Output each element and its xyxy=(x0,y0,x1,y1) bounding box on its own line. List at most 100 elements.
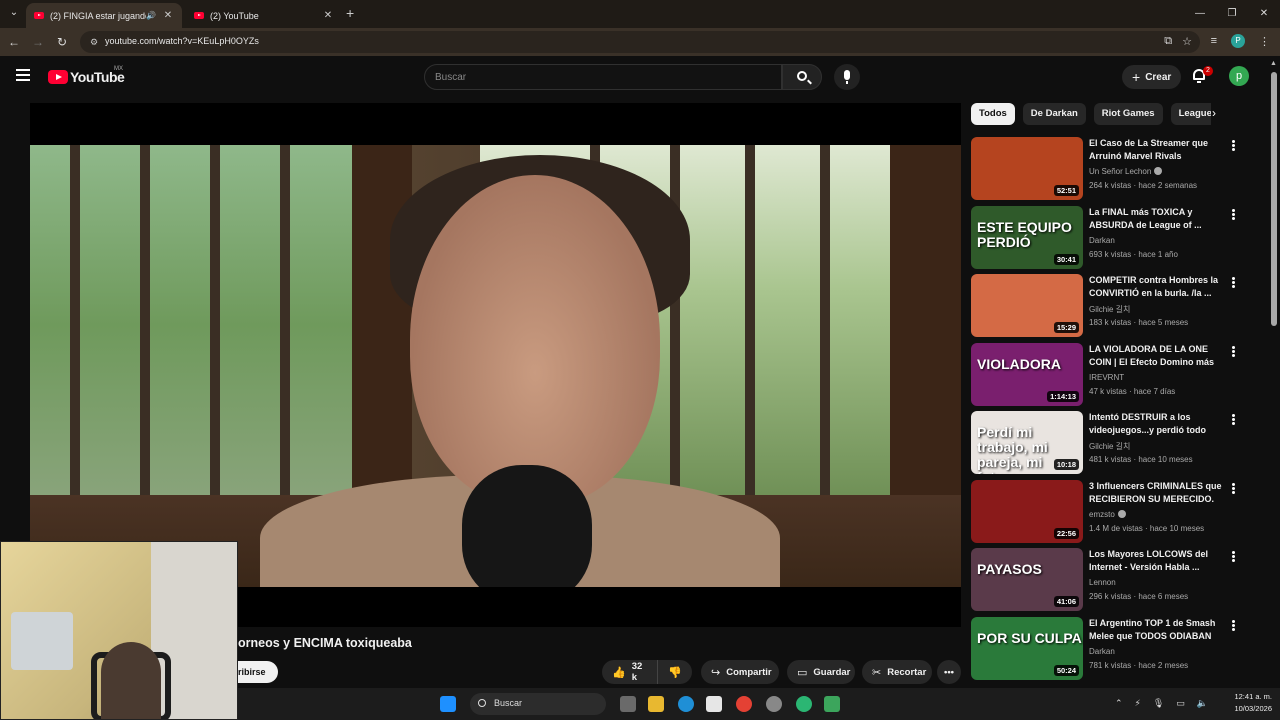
start-menu-icon[interactable] xyxy=(440,696,456,712)
new-tab-button[interactable]: + xyxy=(346,5,354,21)
file-explorer-icon[interactable] xyxy=(648,696,664,712)
recommended-video-title[interactable]: Los Mayores LOLCOWS del Internet - Versi… xyxy=(1089,548,1223,574)
close-tab-icon[interactable]: ✕ xyxy=(322,10,334,21)
save-button[interactable]: ▭ Guardar xyxy=(787,660,855,684)
recommended-video-title[interactable]: 3 Influencers CRIMINALES que RECIBIERON … xyxy=(1089,480,1223,506)
recommended-video-title[interactable]: La FINAL más TOXICA y ABSURDA de League … xyxy=(1089,206,1223,232)
recommended-video[interactable]: Perdí mi trabajo, mi pareja, mi futuro.1… xyxy=(971,411,1241,475)
recommended-video-title[interactable]: COMPETIR contra Hombres la CONVIRTIÓ en … xyxy=(1089,274,1223,300)
site-info-icon[interactable]: ⚙ xyxy=(88,36,100,48)
more-vertical-icon[interactable] xyxy=(1227,345,1239,359)
app-icon[interactable] xyxy=(766,696,782,712)
spreadsheet-icon[interactable] xyxy=(824,696,840,712)
like-button[interactable]: 👍 32 k xyxy=(602,660,659,684)
system-clock[interactable]: 12:41 a. m. 10/03/2026 xyxy=(1234,691,1272,715)
recommended-video-title[interactable]: El Caso de La Streamer que Arruinó Marve… xyxy=(1089,137,1223,163)
close-window-icon[interactable]: ✕ xyxy=(1248,0,1280,28)
close-tab-icon[interactable]: ✕ xyxy=(162,10,174,21)
edge-browser-icon[interactable] xyxy=(678,696,694,712)
video-thumbnail[interactable]: PAYASOS 41:06 xyxy=(971,548,1083,611)
video-thumbnail[interactable]: 22:56 xyxy=(971,480,1083,543)
video-meta: 481 k vistas · hace 10 meses xyxy=(1089,455,1193,464)
share-button[interactable]: ↪ Compartir xyxy=(701,660,779,684)
more-vertical-icon[interactable] xyxy=(1227,276,1239,290)
back-icon[interactable]: ← xyxy=(6,34,22,50)
tab-search-chevron-icon[interactable]: ⌄ xyxy=(6,5,22,21)
display-icon[interactable]: ▭ xyxy=(1176,698,1185,709)
recommended-video[interactable]: 52:51 El Caso de La Streamer que Arruinó … xyxy=(971,137,1241,201)
channel-name[interactable]: Gilchie 길치 xyxy=(1089,441,1130,452)
video-thumbnail[interactable]: POR SU CULPA 50:24 xyxy=(971,617,1083,680)
duration-badge: 10:18 xyxy=(1053,459,1079,470)
channel-name[interactable]: Darkan xyxy=(1089,647,1115,656)
search-input[interactable]: Buscar xyxy=(424,64,782,90)
chip-todos[interactable]: Todos xyxy=(971,103,1015,125)
task-view-icon[interactable] xyxy=(620,696,636,712)
channel-name[interactable]: Darkan xyxy=(1089,236,1115,245)
video-thumbnail[interactable]: 52:51 xyxy=(971,137,1083,200)
volume-icon[interactable]: 🔈 xyxy=(1197,698,1208,709)
video-thumbnail[interactable]: Perdí mi trabajo, mi pareja, mi futuro.1… xyxy=(971,411,1083,474)
recommended-video[interactable]: 22:56 3 Influencers CRIMINALES que RECIBI… xyxy=(971,480,1241,544)
create-button[interactable]: + Crear xyxy=(1122,65,1182,89)
reload-icon[interactable]: ↻ xyxy=(54,34,70,50)
clip-button[interactable]: ✂ Recortar xyxy=(862,660,932,684)
avatar[interactable]: p xyxy=(1229,66,1249,86)
recommended-video[interactable]: ESTE EQUIPO PERDIÓ 30:41 La FINAL más TOXI… xyxy=(971,206,1241,270)
chrome-icon[interactable] xyxy=(736,696,752,712)
bookmark-star-icon[interactable]: ☆ xyxy=(1182,35,1192,48)
chrome-profile-icon[interactable] xyxy=(796,696,812,712)
page-scrollbar[interactable]: ▲ xyxy=(1268,60,1280,680)
minimize-icon[interactable]: — xyxy=(1184,0,1216,28)
chip-riot-games[interactable]: Riot Games xyxy=(1093,103,1163,125)
taskbar-search[interactable]: Buscar xyxy=(470,693,606,715)
voice-search-icon[interactable] xyxy=(834,64,860,90)
channel-name[interactable]: Un Señor Lechon xyxy=(1089,167,1163,176)
recommended-video-title[interactable]: LA VIOLADORA DE LA ONE COIN | El Efecto … xyxy=(1089,343,1223,369)
media-controls-icon[interactable]: ≡ xyxy=(1211,35,1217,47)
more-vertical-icon[interactable] xyxy=(1227,413,1239,427)
search-button[interactable] xyxy=(782,64,822,90)
browser-profile-icon[interactable]: P xyxy=(1231,34,1245,48)
more-vertical-icon[interactable] xyxy=(1227,482,1239,496)
recommended-video[interactable]: PAYASOS 41:06 Los Mayores LOLCOWS del Inte… xyxy=(971,548,1241,612)
maximize-icon[interactable]: ❐ xyxy=(1216,0,1248,28)
network-icon[interactable]: ⚡ xyxy=(1135,698,1141,709)
install-app-icon[interactable]: ⧉ xyxy=(1164,35,1172,48)
recommended-video-title[interactable]: Intentó DESTRUIR a los videojuegos...y p… xyxy=(1089,411,1223,437)
more-actions-button[interactable]: ••• xyxy=(937,660,961,684)
subscribe-button[interactable]: ribirse xyxy=(238,661,278,683)
chip-league-of[interactable]: League of xyxy=(1170,103,1211,125)
channel-name[interactable]: emzsto xyxy=(1089,510,1126,519)
browser-menu-icon[interactable]: ⋮ xyxy=(1259,35,1270,48)
recommended-video[interactable]: 15:29 COMPETIR contra Hombres la CONVIRTI… xyxy=(971,274,1241,338)
more-vertical-icon[interactable] xyxy=(1227,139,1239,153)
forward-icon[interactable]: → xyxy=(30,34,46,50)
scrollbar-thumb[interactable] xyxy=(1271,72,1277,326)
audio-playing-icon[interactable]: 🔊 xyxy=(146,11,156,20)
microphone-tray-icon[interactable]: 🎙 xyxy=(1153,698,1164,709)
chevron-right-icon[interactable]: › xyxy=(1212,106,1216,120)
browser-tab-active[interactable]: (2) FINGIA estar jugando p... 🔊 ✕ xyxy=(26,3,182,28)
channel-name[interactable]: Gilchie 길치 xyxy=(1089,304,1130,315)
chip-de-darkan[interactable]: De Darkan xyxy=(1022,103,1086,125)
browser-tab[interactable]: (2) YouTube ✕ xyxy=(186,3,342,28)
tray-chevron-icon[interactable]: ⌃ xyxy=(1115,698,1123,709)
store-icon[interactable] xyxy=(706,696,722,712)
recommended-video-title[interactable]: El Argentino TOP 1 de Smash Melee que TO… xyxy=(1089,617,1223,643)
video-thumbnail[interactable]: ESTE EQUIPO PERDIÓ 30:41 xyxy=(971,206,1083,269)
channel-name[interactable]: IREVRNT xyxy=(1089,373,1124,382)
youtube-logo[interactable]: YouTube MX xyxy=(48,66,125,85)
channel-name[interactable]: Lennon xyxy=(1089,578,1116,587)
menu-icon[interactable] xyxy=(16,69,30,81)
video-thumbnail[interactable]: 15:29 xyxy=(971,274,1083,337)
scroll-up-icon[interactable]: ▲ xyxy=(1270,60,1277,67)
address-bar[interactable]: ⚙ youtube.com/watch?v=KEuLpH0OYZs ⧉ ☆ xyxy=(80,31,1200,53)
video-thumbnail[interactable]: VIOLADORA 1:14:13 xyxy=(971,343,1083,406)
recommended-video[interactable]: VIOLADORA 1:14:13 LA VIOLADORA DE LA ONE C… xyxy=(971,343,1241,407)
more-vertical-icon[interactable] xyxy=(1227,550,1239,564)
more-vertical-icon[interactable] xyxy=(1227,619,1239,633)
more-vertical-icon[interactable] xyxy=(1227,208,1239,222)
recommended-video[interactable]: POR SU CULPA 50:24 El Argentino TOP 1 de S… xyxy=(971,617,1241,681)
dislike-button[interactable]: 👎 xyxy=(658,666,692,679)
